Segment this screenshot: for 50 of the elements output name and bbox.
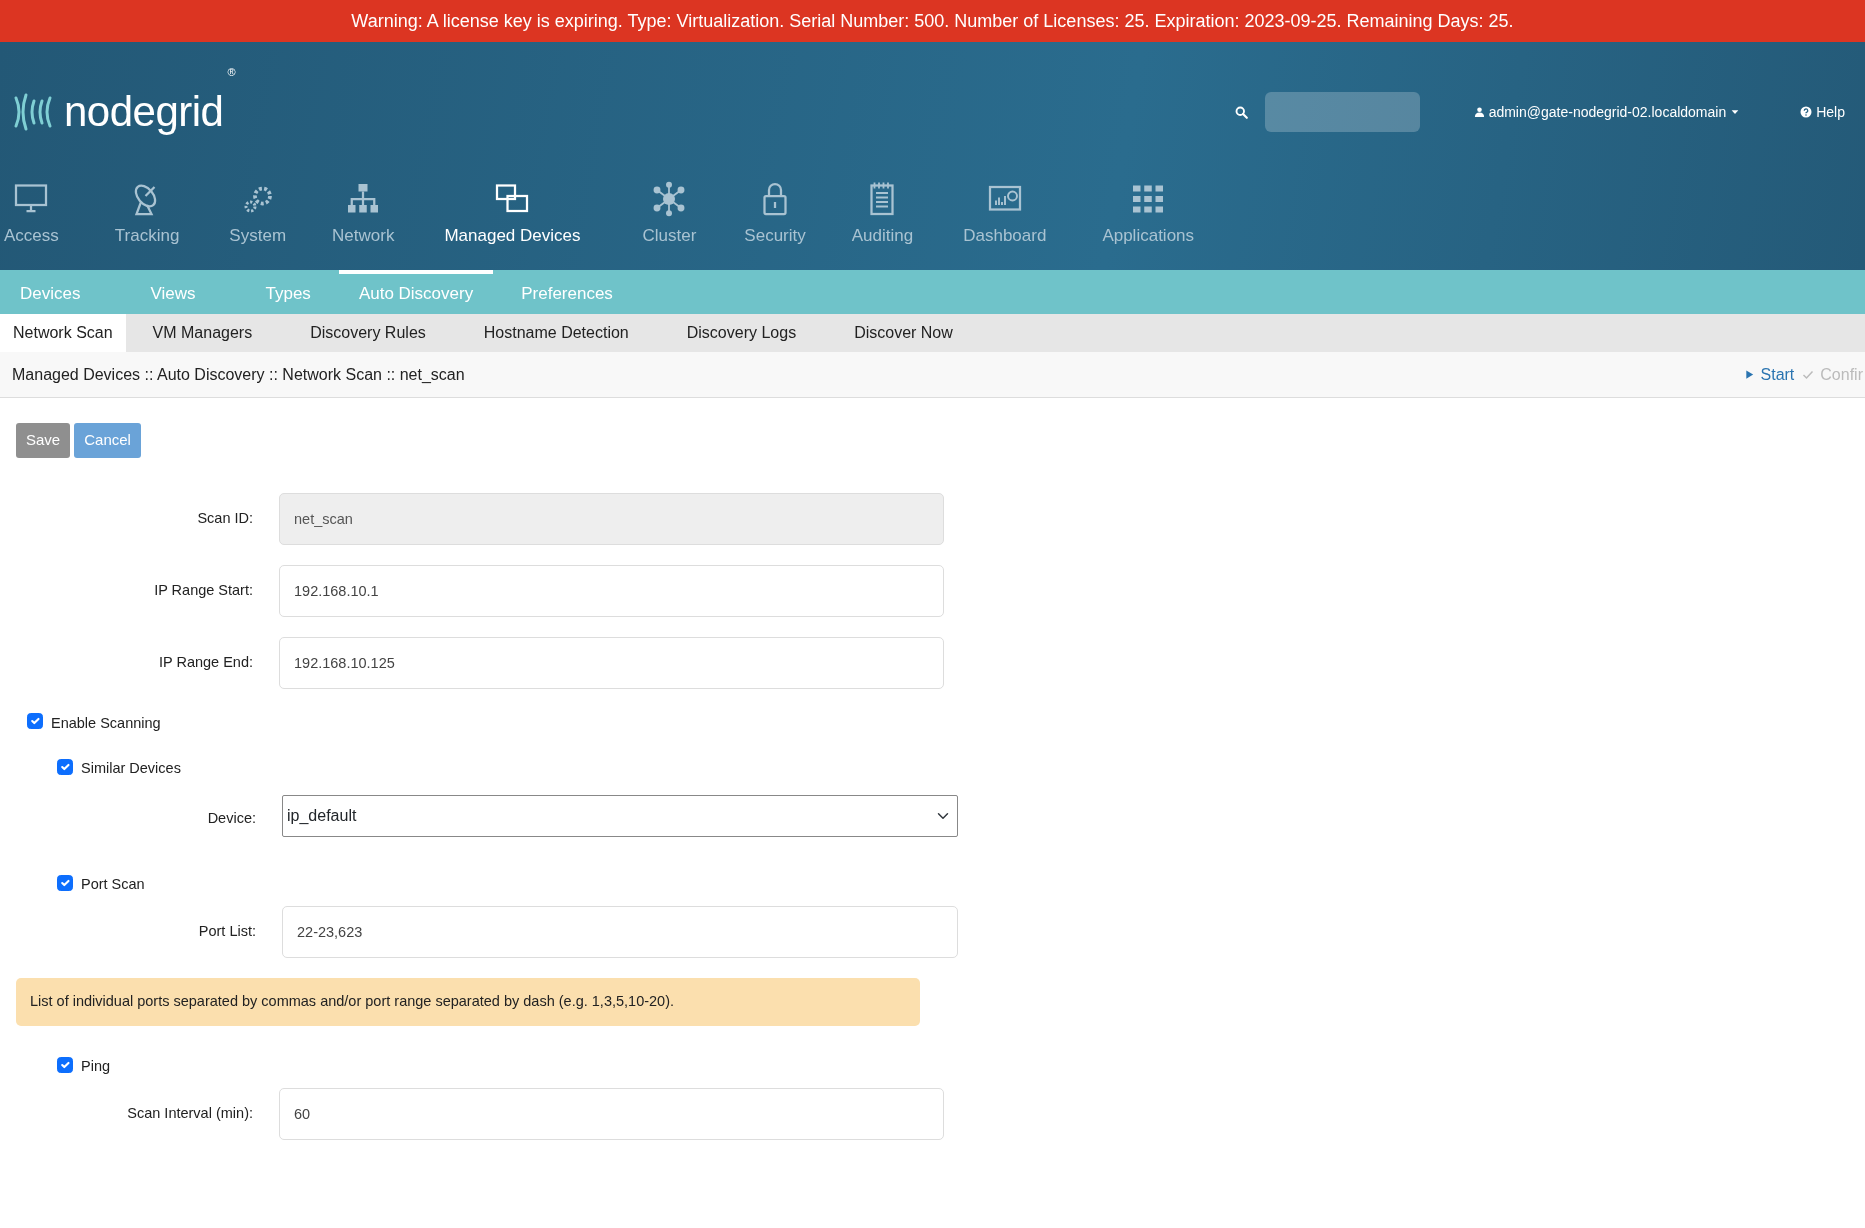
checkbox-label: Similar Devices [81,759,181,779]
checkbox-label: Ping [81,1056,111,1076]
nav-tab[interactable]: Security [744,180,806,248]
section-tab[interactable]: Discovery Rules [297,314,439,352]
nav-tab[interactable]: Applications [1102,180,1195,248]
section-tab[interactable]: Discovery Logs [673,314,810,352]
checkbox[interactable] [57,874,73,891]
search-icon [1233,104,1249,120]
breadcrumb: Managed Devices :: Auto Discovery :: Network Scan :: net_scan [12,364,466,385]
help-icon [1800,106,1813,118]
dropdown[interactable]: ip_default [282,795,958,837]
form-button[interactable]: Cancel [74,423,141,458]
checkbox[interactable] [27,713,43,730]
section-tab[interactable]: Hostname Detection [470,314,642,352]
nav-tab[interactable]: Managed Devices [444,180,581,248]
action-link[interactable]: Start [1739,362,1799,387]
input-field[interactable]: 192.168.10.125 [279,636,944,689]
section-tab[interactable]: Discover Now [841,314,966,352]
field-label: Scan ID: [196,508,253,528]
play-icon [1743,369,1755,380]
caret-icon [1730,107,1741,117]
logo-text: nodegrid [64,91,224,133]
field-label: IP Range Start: [153,580,253,600]
nav-tab[interactable]: Tracking [114,180,180,248]
nav-tab[interactable]: Access [4,180,59,248]
checkbox[interactable] [57,1056,73,1073]
field-label: Device: [206,809,256,829]
input-field[interactable]: 22-23,623 [282,905,958,958]
nav-tab[interactable]: Cluster [642,180,697,248]
check-icon [1802,368,1815,381]
nav-tab[interactable]: Network [332,180,395,248]
user-icon [1473,106,1485,118]
input-field[interactable]: 192.168.10.1 [279,564,944,617]
section-tab[interactable]: Network Scan [0,314,126,352]
input-field[interactable]: 60 [279,1087,944,1140]
section-tab[interactable]: VM Managers [139,314,266,352]
hint-note: List of individual ports separated by commas and/or port range separated by dash (e.g. 1,3,5,10-20). [16,977,920,1026]
field-label: Scan Interval (min): [126,1103,253,1123]
user-menu[interactable]: admin@gate-nodegrid-02.localdomain [1467,100,1747,124]
nav-tab[interactable]: Auditing [851,180,914,248]
help-link[interactable]: Help [1794,100,1851,124]
checkbox-label: Enable Scanning [51,713,161,733]
nav-tab[interactable]: Dashboard [963,180,1047,248]
checkbox-label: Port Scan [81,875,145,894]
warning-banner: Warning: A license key is expiring. Type: Virtualization. Serial Number: 500. Number of Licenses: 25. Expiration: 2023-09-25. Remaining Days: 25. [0,0,1865,42]
field-label: IP Range End: [157,652,253,672]
nav-tab[interactable]: System [229,180,287,248]
checkbox[interactable] [57,759,73,776]
field-label: Port List: [197,921,256,941]
registered-mark: ® [227,65,236,80]
